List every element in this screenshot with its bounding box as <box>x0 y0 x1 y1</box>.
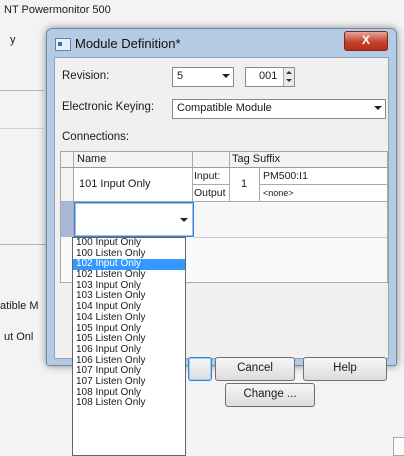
output-label: Output <box>194 187 226 199</box>
new-row-selector[interactable] <box>61 202 74 237</box>
grid-corner-header <box>61 152 74 168</box>
name-column-header[interactable]: Name <box>74 152 193 168</box>
connection-name-value: 101 Input Only <box>79 178 151 190</box>
dropdown-option[interactable]: 106 Input Only <box>73 344 185 356</box>
connection-dropdown-list[interactable]: 100 Input Only 100 Listen Only 102 Input O… <box>72 237 186 456</box>
input-tag-value: PM500:I1 <box>263 170 308 182</box>
background-connection-fragment: ut Onl <box>4 331 34 343</box>
connections-label: Connections: <box>62 131 130 143</box>
input-label: Input: <box>194 170 221 182</box>
revision-minor-spinner[interactable] <box>283 68 294 86</box>
background-scrollbar[interactable] <box>393 437 404 456</box>
ok-button[interactable] <box>188 357 212 381</box>
electronic-keying-value: Compatible Module <box>177 102 272 114</box>
cancel-button[interactable]: Cancel <box>215 357 295 381</box>
background-divider <box>0 244 46 245</box>
output-tag-value: <none> <box>263 188 294 198</box>
revision-minor-value: 001 <box>259 70 278 82</box>
input-label-cell: Input: <box>193 168 230 185</box>
new-connection-combobox[interactable] <box>74 202 194 237</box>
spin-up-icon[interactable] <box>286 71 292 74</box>
new-row-cells <box>194 202 387 238</box>
chevron-down-icon <box>374 106 382 110</box>
revision-label: Revision: <box>62 70 110 82</box>
background-label-fragment: y <box>10 34 16 46</box>
window-icon <box>55 38 71 51</box>
change-button[interactable]: Change ... <box>225 383 315 407</box>
tag-suffix-column-label: Tag Suffix <box>232 153 281 165</box>
tag-suffix-column-header[interactable]: Tag Suffix <box>230 152 387 168</box>
electronic-keying-select[interactable]: Compatible Module <box>172 99 386 119</box>
chevron-down-icon[interactable] <box>180 218 188 222</box>
background-divider <box>0 90 44 91</box>
revision-major-select[interactable]: 5 <box>172 67 234 87</box>
rpi-cell[interactable]: 1 <box>230 168 260 202</box>
chevron-down-icon <box>222 74 230 78</box>
input-tag-cell: PM500:I1 <box>260 168 387 185</box>
dropdown-option[interactable]: 108 Listen Only <box>73 398 185 409</box>
dropdown-option[interactable]: 104 Listen Only <box>73 312 185 324</box>
spin-down-icon[interactable] <box>286 79 292 82</box>
help-button[interactable]: Help <box>303 357 387 381</box>
rpi-value: 1 <box>241 178 248 190</box>
revision-minor-field[interactable]: 001 <box>245 67 295 87</box>
close-button[interactable]: X <box>344 31 388 51</box>
background-divider <box>0 128 44 129</box>
dialog-title: Module Definition* <box>75 36 181 51</box>
name-column-label: Name <box>77 153 107 165</box>
revision-major-value: 5 <box>177 70 184 82</box>
output-tag-cell: <none> <box>260 185 387 202</box>
background-window-title: NT Powermonitor 500 <box>4 4 111 16</box>
io-column-header <box>193 152 230 168</box>
electronic-keying-label: Electronic Keying: <box>62 101 155 113</box>
connection-name-cell[interactable]: 101 Input Only <box>74 168 193 202</box>
row-selector[interactable] <box>61 168 74 202</box>
background-keying-fragment: atible M <box>0 300 39 312</box>
output-label-cell: Output <box>193 185 230 202</box>
